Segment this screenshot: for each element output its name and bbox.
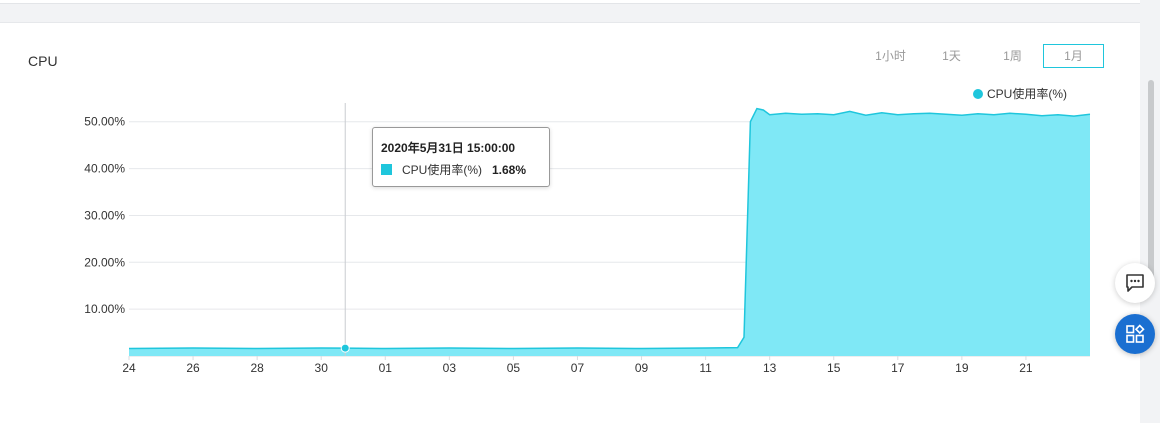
x-tick-label: 17: [891, 361, 905, 375]
chat-button[interactable]: [1115, 263, 1155, 303]
x-tick-label: 13: [763, 361, 777, 375]
y-tick-label: 40.00%: [84, 162, 125, 176]
x-tick-label: 01: [379, 361, 393, 375]
x-tick-label: 19: [955, 361, 969, 375]
x-tick-label: 15: [827, 361, 841, 375]
y-tick-label: 50.00%: [84, 115, 125, 129]
x-tick-label: 05: [507, 361, 521, 375]
x-tick-label: 11: [699, 361, 712, 375]
x-tick-label: 26: [186, 361, 200, 375]
apps-button[interactable]: [1115, 314, 1155, 354]
y-tick-label: 10.00%: [84, 302, 125, 316]
tooltip-value: 1.68%: [492, 162, 527, 177]
tooltip-series-swatch: [381, 164, 392, 175]
tooltip-title: 2020年5月31日 15:00:00: [381, 141, 516, 155]
apps-grid-icon: [1126, 324, 1145, 343]
y-tick-label: 30.00%: [84, 208, 125, 222]
tooltip-row: CPU使用率(%) 1.68%: [381, 161, 526, 178]
x-tick-label: 30: [315, 361, 329, 375]
x-tick-label: 03: [443, 361, 457, 375]
x-tick-label: 24: [122, 361, 136, 375]
x-tick-label: 09: [635, 361, 649, 375]
y-tick-label: 20.00%: [84, 255, 125, 269]
tooltip-series-label: CPU使用率(%): [402, 163, 482, 177]
hover-point: [340, 343, 350, 353]
page-scrollbar[interactable]: [1148, 80, 1154, 280]
x-tick-label: 07: [571, 361, 585, 375]
series-area: [129, 108, 1090, 356]
chat-bubble-icon: [1126, 274, 1144, 292]
cpu-usage-chart[interactable]: 10.00% 20.00% 30.00% 40.00% 50.00% 24 26 28 30 01…: [0, 0, 1160, 402]
chart-tooltip: 2020年5月31日 15:00:00 CPU使用率(%) 1.68%: [372, 127, 550, 187]
x-tick-label: 21: [1019, 361, 1033, 375]
x-tick-label: 28: [250, 361, 264, 375]
